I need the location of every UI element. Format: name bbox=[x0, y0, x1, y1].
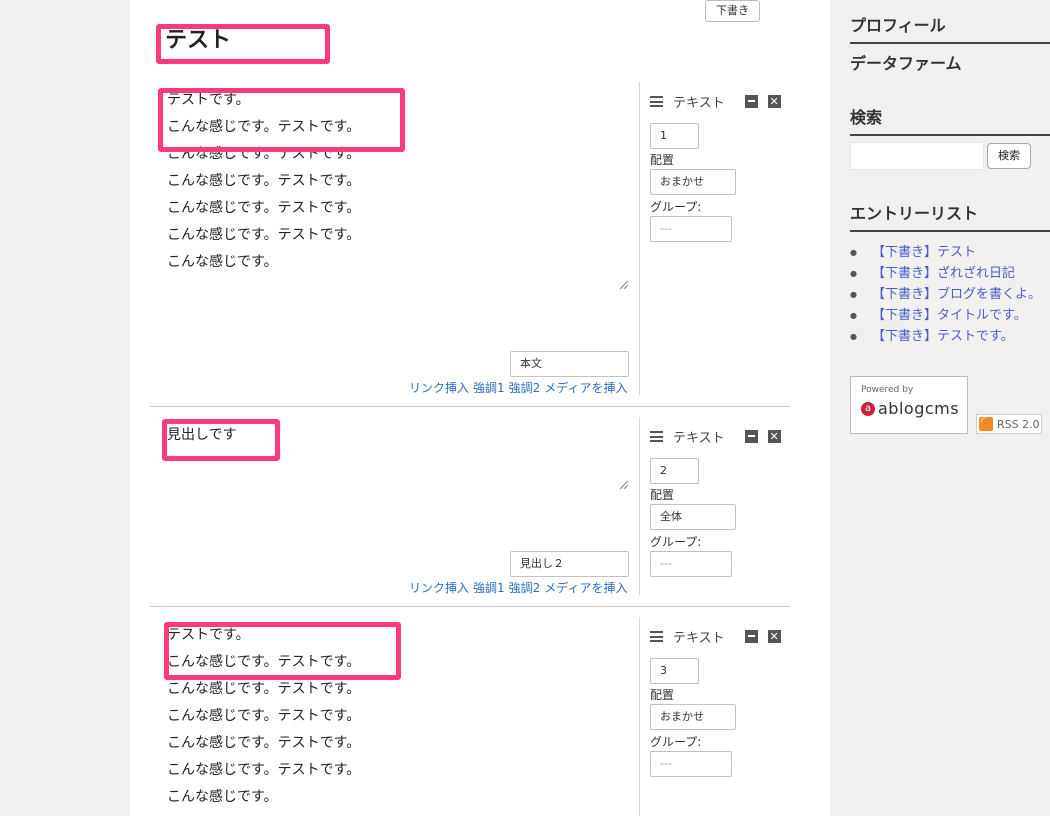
insert-media-button[interactable]: メディアを挿入 bbox=[544, 381, 627, 395]
unit-2-group-input[interactable]: --- bbox=[650, 551, 732, 577]
powered-by-badge[interactable]: Powered by a ablogcms bbox=[850, 376, 968, 434]
unit-separator bbox=[150, 606, 790, 607]
minimize-icon[interactable] bbox=[744, 95, 758, 108]
unit-1-divider bbox=[639, 82, 640, 395]
entry-item[interactable]: 【下書き】タイトルです。 bbox=[850, 305, 1041, 326]
unit-1-group-input[interactable]: --- bbox=[650, 216, 732, 242]
emphasis1-button[interactable]: 強調1 bbox=[473, 381, 505, 395]
unit-1-type: テキスト bbox=[673, 96, 725, 111]
align-label: 配置 bbox=[650, 688, 675, 702]
unit-3-divider bbox=[639, 617, 640, 816]
rss-badge[interactable]: RSS 2.0 bbox=[976, 414, 1042, 434]
unit-2-type: テキスト bbox=[673, 431, 725, 446]
drag-handle-icon[interactable] bbox=[650, 431, 663, 442]
resize-handle[interactable] bbox=[620, 481, 628, 489]
group-label: グループ: bbox=[650, 200, 702, 214]
close-icon[interactable]: ✕ bbox=[767, 95, 781, 108]
entry-item[interactable]: 【下書き】ざれざれ日記 bbox=[850, 263, 1041, 284]
profile-heading[interactable]: プロフィール bbox=[850, 12, 1050, 44]
close-icon[interactable]: ✕ bbox=[767, 630, 781, 643]
datafarm-link[interactable]: データファーム bbox=[850, 50, 962, 74]
unit-2-order-input[interactable]: 2 bbox=[650, 458, 699, 484]
close-icon[interactable]: ✕ bbox=[767, 430, 781, 443]
entry-list: 【下書き】テスト 【下書き】ざれざれ日記 【下書き】ブログを書くよ。 【下書き】… bbox=[850, 242, 1041, 347]
ablogcms-logo: a ablogcms bbox=[861, 399, 959, 418]
unit-1-highlight bbox=[158, 88, 405, 152]
unit-1-style-select[interactable]: 本文 bbox=[510, 351, 629, 377]
entry-item[interactable]: 【下書き】テストです。 bbox=[850, 326, 1041, 347]
rss-icon bbox=[979, 414, 993, 431]
entry-item[interactable]: 【下書き】ブログを書くよ。 bbox=[850, 284, 1041, 305]
unit-2-header: テキスト ✕ bbox=[650, 427, 781, 446]
unit-3-header: テキスト ✕ bbox=[650, 627, 781, 646]
unit-2-align-select[interactable]: 全体 bbox=[650, 504, 736, 530]
drag-handle-icon[interactable] bbox=[650, 96, 663, 107]
emphasis1-button[interactable]: 強調1 bbox=[473, 581, 505, 595]
resize-handle[interactable] bbox=[620, 281, 628, 289]
group-label: グループ: bbox=[650, 535, 702, 549]
entry-item[interactable]: 【下書き】テスト bbox=[850, 242, 1041, 263]
minimize-icon[interactable] bbox=[744, 430, 758, 443]
insert-link-button[interactable]: リンク挿入 bbox=[409, 381, 469, 395]
unit-2-highlight bbox=[162, 419, 280, 461]
emphasis2-button[interactable]: 強調2 bbox=[509, 381, 541, 395]
rss-label: RSS 2.0 bbox=[997, 417, 1040, 431]
title-highlight bbox=[156, 24, 330, 64]
unit-3-group-input[interactable]: --- bbox=[650, 751, 732, 777]
unit-3-type: テキスト bbox=[673, 631, 725, 646]
ablogcms-logo-icon: a bbox=[861, 401, 875, 416]
unit-1-order-input[interactable]: 1 bbox=[650, 123, 699, 149]
unit-3-align-select[interactable]: おまかせ bbox=[650, 704, 736, 730]
draft-button[interactable]: 下書き bbox=[705, 0, 760, 22]
unit-2-divider bbox=[639, 417, 640, 595]
align-label: 配置 bbox=[650, 488, 675, 502]
search-button[interactable]: 検索 bbox=[987, 143, 1031, 169]
emphasis2-button[interactable]: 強調2 bbox=[509, 581, 541, 595]
editor-main: 下書き テスト テストです。 こんな感じです。テストです。 こんな感じです。テス… bbox=[130, 0, 830, 816]
entry-list-heading: エントリーリスト bbox=[850, 200, 1050, 232]
unit-3-order-input[interactable]: 3 bbox=[650, 658, 699, 684]
unit-1-toolbar: リンク挿入 強調1 強調2 メディアを挿入 bbox=[409, 379, 627, 396]
search-heading: 検索 bbox=[850, 104, 1050, 136]
group-label: グループ: bbox=[650, 735, 702, 749]
unit-1-align-select[interactable]: おまかせ bbox=[650, 169, 736, 195]
align-label: 配置 bbox=[650, 153, 675, 167]
search-input[interactable] bbox=[850, 142, 984, 170]
unit-separator bbox=[150, 406, 790, 407]
ablogcms-logo-text: ablogcms bbox=[878, 399, 960, 418]
unit-2-style-select[interactable]: 見出し２ bbox=[510, 551, 629, 577]
insert-link-button[interactable]: リンク挿入 bbox=[409, 581, 469, 595]
insert-media-button[interactable]: メディアを挿入 bbox=[544, 581, 627, 595]
unit-3-highlight bbox=[164, 622, 401, 680]
powered-by-text: Powered by bbox=[861, 385, 914, 395]
drag-handle-icon[interactable] bbox=[650, 631, 663, 642]
unit-2-toolbar: リンク挿入 強調1 強調2 メディアを挿入 bbox=[409, 579, 627, 596]
minimize-icon[interactable] bbox=[744, 630, 758, 643]
unit-1-header: テキスト ✕ bbox=[650, 92, 781, 111]
